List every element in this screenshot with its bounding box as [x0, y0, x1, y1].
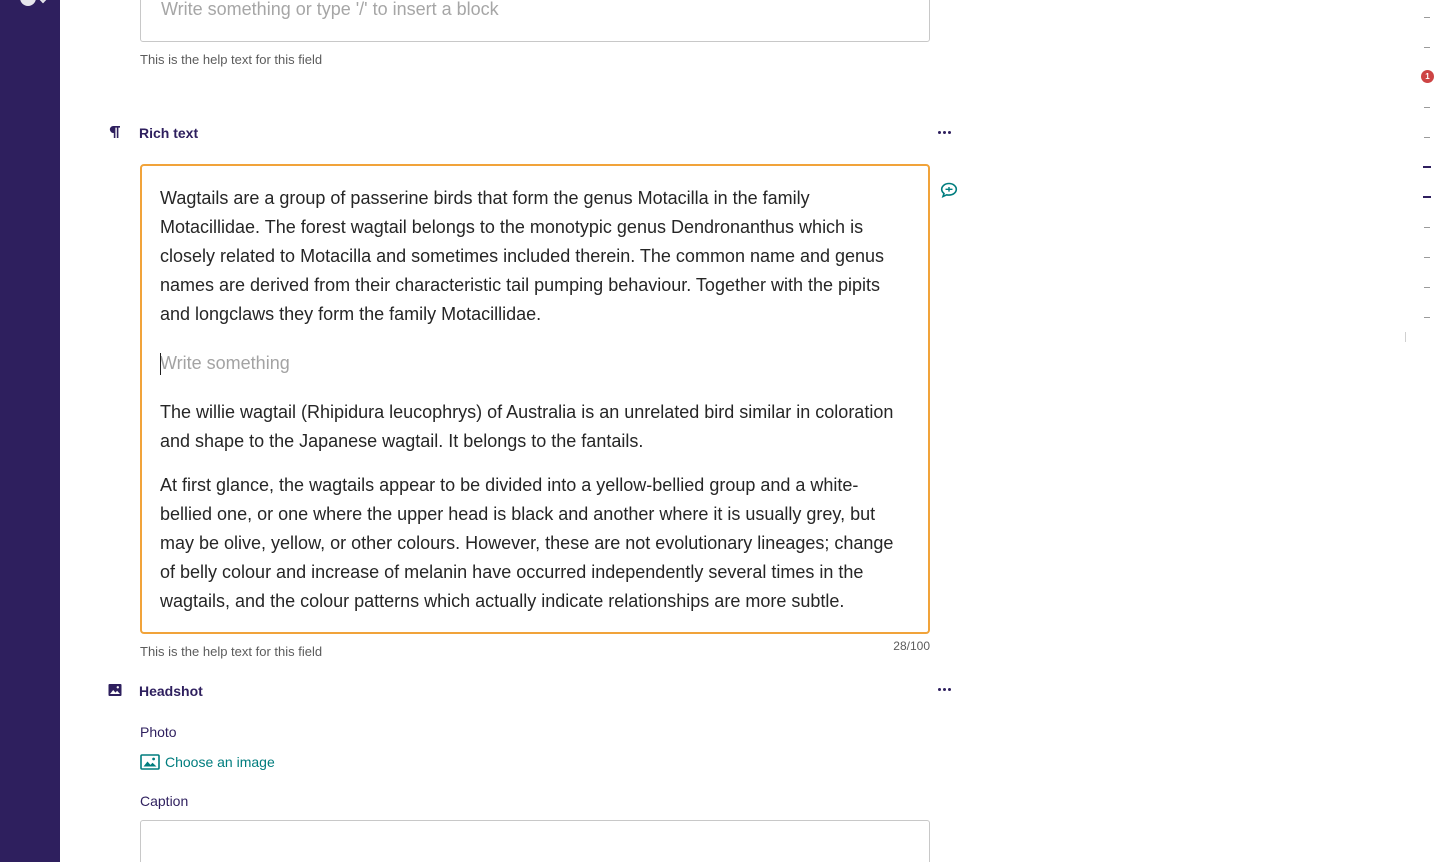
- paragraph[interactable]: The willie wagtail (Rhipidura leucophrys…: [160, 398, 910, 456]
- paragraph[interactable]: At first glance, the wagtails appear to …: [160, 471, 910, 616]
- dot-icon: [948, 687, 951, 691]
- minimap-marker-active[interactable]: [1423, 196, 1431, 198]
- block-input[interactable]: Write something or type '/' to insert a …: [140, 0, 930, 42]
- minimap-marker[interactable]: [1424, 317, 1430, 318]
- dot-icon: [938, 687, 941, 691]
- minimap-marker[interactable]: [1424, 287, 1430, 288]
- dot-icon: [943, 687, 946, 691]
- caption-input[interactable]: [140, 820, 930, 862]
- empty-paragraph-placeholder[interactable]: Write something: [160, 349, 910, 378]
- error-count-badge[interactable]: 1: [1421, 70, 1434, 83]
- help-text: This is the help text for this field: [140, 52, 323, 67]
- character-counter: 28/100: [893, 639, 930, 653]
- minimap-scroll-indicator: [1405, 332, 1406, 342]
- image-icon: [140, 754, 160, 770]
- image-icon: [108, 684, 122, 696]
- block-input-placeholder: Write something or type '/' to insert a …: [161, 0, 499, 19]
- help-text: This is the help text for this field: [140, 644, 323, 659]
- dot-icon: [943, 130, 946, 134]
- minimap-marker-active[interactable]: [1423, 166, 1431, 168]
- more-options-button[interactable]: [938, 684, 956, 694]
- rich-text-block-header: Rich text: [108, 125, 198, 141]
- rich-text-editor[interactable]: Wagtails are a group of passerine birds …: [140, 164, 930, 634]
- minimap: 1: [1400, 0, 1440, 862]
- pilcrow-icon: [109, 126, 120, 138]
- minimap-marker[interactable]: [1424, 107, 1430, 108]
- editor-main: Write something or type '/' to insert a …: [60, 0, 1400, 862]
- minimap-marker[interactable]: [1424, 257, 1430, 258]
- caption-label: Caption: [140, 793, 189, 809]
- photo-label: Photo: [140, 724, 177, 740]
- block-title: Headshot: [139, 683, 203, 699]
- comment-icon[interactable]: [940, 182, 958, 198]
- chevron-down-icon[interactable]: [38, 0, 48, 4]
- sidebar: [0, 0, 60, 862]
- choose-image-button[interactable]: Choose an image: [140, 754, 275, 770]
- choose-image-label: Choose an image: [165, 754, 275, 770]
- block-title: Rich text: [139, 125, 199, 141]
- minimap-marker[interactable]: [1424, 227, 1430, 228]
- avatar[interactable]: [20, 0, 36, 6]
- paragraph[interactable]: Wagtails are a group of passerine birds …: [160, 184, 910, 329]
- headshot-block-header: Headshot: [108, 683, 203, 699]
- more-options-button[interactable]: [938, 127, 956, 137]
- minimap-marker[interactable]: [1424, 17, 1430, 18]
- dot-icon: [938, 130, 941, 134]
- minimap-marker[interactable]: [1424, 137, 1430, 138]
- dot-icon: [948, 130, 951, 134]
- minimap-marker[interactable]: [1424, 47, 1430, 48]
